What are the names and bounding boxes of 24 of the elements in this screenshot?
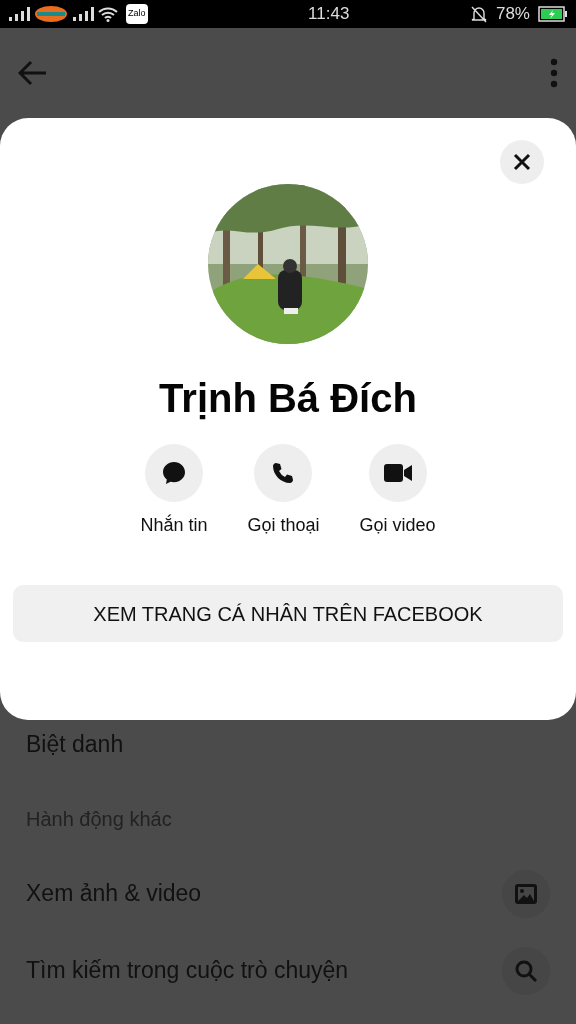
menu-item[interactable]: Tìm kiếm trong cuộc trò chuyện [26,953,349,988]
chat-bubble-icon [160,460,187,486]
profile-name: Trịnh Bá Đích [159,375,417,422]
signal-icon [72,7,94,21]
menu-item[interactable]: Xem ảnh & video [26,876,202,911]
battery-icon [538,6,568,22]
wifi-icon [98,6,118,22]
battery-percent: 78% [495,3,530,26]
close-icon [513,153,531,171]
video-label: Gọi video [359,514,436,537]
muted-bell-icon [469,5,488,23]
signal-icon [8,7,30,21]
carrier-logo-icon [34,5,68,23]
close-button[interactable] [500,140,544,184]
view-profile-button[interactable]: XEM TRANG CÁ NHÂN TRÊN FACEBOOK [13,585,563,642]
phone-icon [271,461,296,485]
video-camera-icon [382,463,413,483]
status-time: 11:43 [307,3,350,26]
menu-item[interactable]: Biệt danh [26,727,124,762]
search-icon [514,958,538,983]
message-label: Nhắn tin [140,513,208,537]
call-label: Gọi thoại [247,514,320,537]
app-badge: Zalo [126,4,148,24]
image-icon [514,881,538,906]
